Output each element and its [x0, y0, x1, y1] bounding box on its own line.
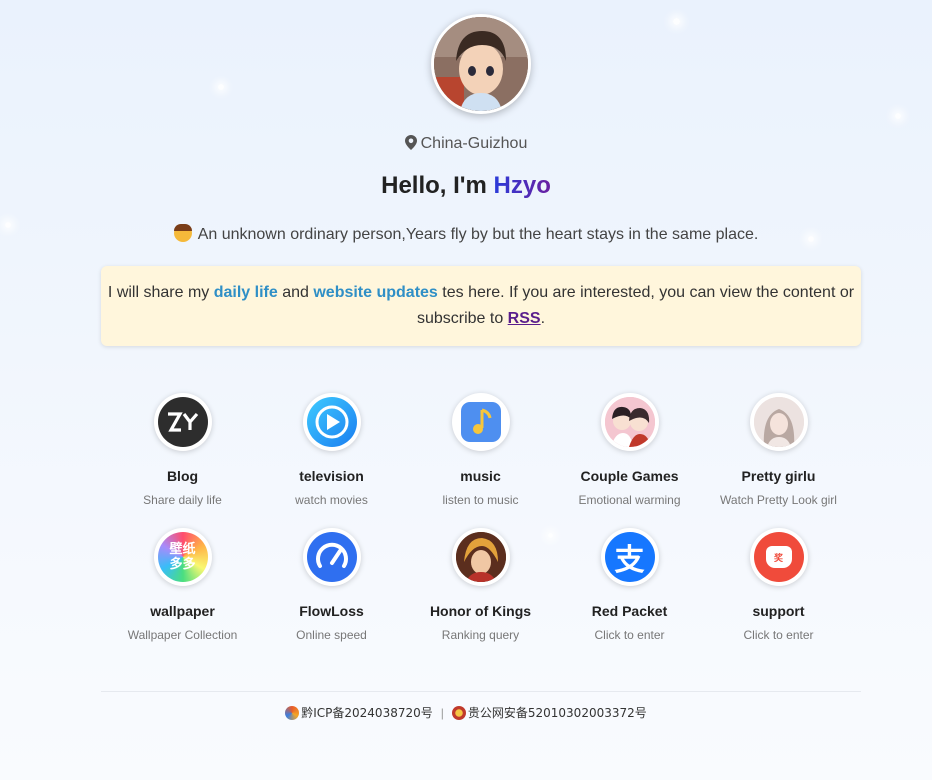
greeting: Hello, I'm Hzyo	[0, 172, 932, 200]
tile-title: Honor of Kings	[429, 603, 532, 619]
footer-separator: |	[440, 706, 444, 720]
avatar	[431, 14, 531, 114]
motto: An unknown ordinary person,Years fly by …	[0, 224, 932, 244]
music-note-icon	[455, 397, 506, 447]
icp-link[interactable]: 黔ICP备2024038720号	[301, 706, 433, 720]
alipay-glyph: 支	[614, 543, 645, 578]
tile-title: FlowLoss	[299, 603, 364, 619]
notice-text: and	[277, 284, 314, 301]
tile-title: Red Packet	[591, 603, 668, 619]
tile-title: Blog	[166, 468, 199, 484]
zy-logo-icon	[157, 397, 208, 447]
icon-frame	[451, 528, 510, 586]
tile-subtitle: Wallpaper Collection	[127, 628, 238, 642]
play-icon	[306, 397, 357, 447]
icon-frame	[451, 393, 510, 451]
tile-subtitle: Emotional warming	[578, 493, 681, 507]
icon-frame	[749, 393, 808, 451]
wallpaper-glyph-top: 壁纸	[169, 542, 196, 557]
tile-subtitle: Ranking query	[441, 628, 520, 642]
face-emoji-icon	[173, 224, 192, 242]
website-updates-link[interactable]: website updates	[313, 284, 437, 301]
notice-text: I will share my	[107, 284, 214, 301]
tile-subtitle: Click to enter	[743, 628, 814, 642]
tile-music[interactable]: music listen to music	[406, 393, 555, 507]
avatar-illustration	[434, 17, 528, 111]
user-name: Hzyo	[493, 172, 551, 199]
icp-logo-icon	[285, 706, 300, 720]
location-text: China-Guizhou	[420, 135, 528, 152]
tile-subtitle: Click to enter	[594, 628, 665, 642]
tile-title: television	[299, 468, 364, 484]
tile-wallpaper[interactable]: 壁纸 多多 wallpaper Wallpaper Collection	[108, 528, 257, 642]
tile-subtitle: Online speed	[296, 628, 367, 642]
icon-frame	[302, 393, 361, 451]
police-badge-icon	[451, 706, 466, 720]
icon-frame: 壁纸 多多	[153, 528, 212, 586]
tile-subtitle: listen to music	[442, 493, 519, 507]
icon-frame	[600, 393, 659, 451]
notice-box: I will share my daily life and website u…	[101, 266, 861, 346]
speedometer-icon	[306, 532, 357, 582]
police-record-link[interactable]: 贵公网安备52010302003372号	[468, 706, 647, 720]
sparkle	[895, 113, 901, 119]
tile-subtitle: Share daily life	[143, 493, 222, 507]
wallpaper-glyph-bottom: 多多	[169, 557, 196, 572]
tile-title: support	[752, 603, 805, 619]
footer-divider	[101, 691, 861, 692]
tile-support[interactable]: 奖 support Click to enter	[704, 528, 853, 642]
tile-blog[interactable]: Blog Share daily life	[108, 393, 257, 507]
tile-couple-games[interactable]: Couple Games Emotional warming	[555, 393, 704, 507]
tile-subtitle: watch movies	[295, 493, 368, 507]
icon-frame: 支	[600, 528, 659, 586]
couple-avatar-icon	[604, 397, 655, 447]
rss-link[interactable]: RSS	[508, 310, 541, 327]
tile-title: wallpaper	[150, 603, 215, 619]
sparkle	[673, 18, 680, 25]
icon-frame	[302, 528, 361, 586]
red-pouch-icon: 奖	[753, 532, 804, 582]
game-hero-icon	[455, 532, 506, 582]
tile-flowloss[interactable]: FlowLoss Online speed	[257, 528, 406, 642]
notice-text: .	[540, 310, 546, 327]
pouch-glyph: 奖	[773, 553, 783, 564]
sparkle	[218, 84, 224, 90]
daily-life-link[interactable]: daily life	[214, 284, 278, 301]
tile-red-packet[interactable]: 支 Red Packet Click to enter	[555, 528, 704, 642]
tile-television[interactable]: television watch movies	[257, 393, 406, 507]
map-pin-icon	[404, 135, 417, 150]
notice-text: tes here. If you are interested, you can…	[416, 284, 855, 327]
tile-honor-of-kings[interactable]: Honor of Kings Ranking query	[406, 528, 555, 642]
alipay-icon: 支	[604, 532, 655, 582]
icon-frame	[153, 393, 212, 451]
wallpaper-icon: 壁纸 多多	[157, 532, 208, 582]
location: China-Guizhou	[0, 135, 932, 153]
footer: 黔ICP备2024038720号 | 贵公网安备52010302003372号	[0, 704, 932, 721]
tile-title: Pretty girlu	[741, 468, 816, 484]
girl-avatar-icon	[753, 397, 804, 447]
motto-text: An unknown ordinary person,Years fly by …	[197, 226, 759, 243]
tile-title: music	[460, 468, 501, 484]
icon-frame: 奖	[749, 528, 808, 586]
tile-title: Couple Games	[580, 468, 679, 484]
greeting-prefix: Hello, I'm	[381, 172, 494, 199]
tile-pretty-girlu[interactable]: Pretty girlu Watch Pretty Look girl	[704, 393, 853, 507]
tile-subtitle: Watch Pretty Look girl	[720, 493, 837, 507]
